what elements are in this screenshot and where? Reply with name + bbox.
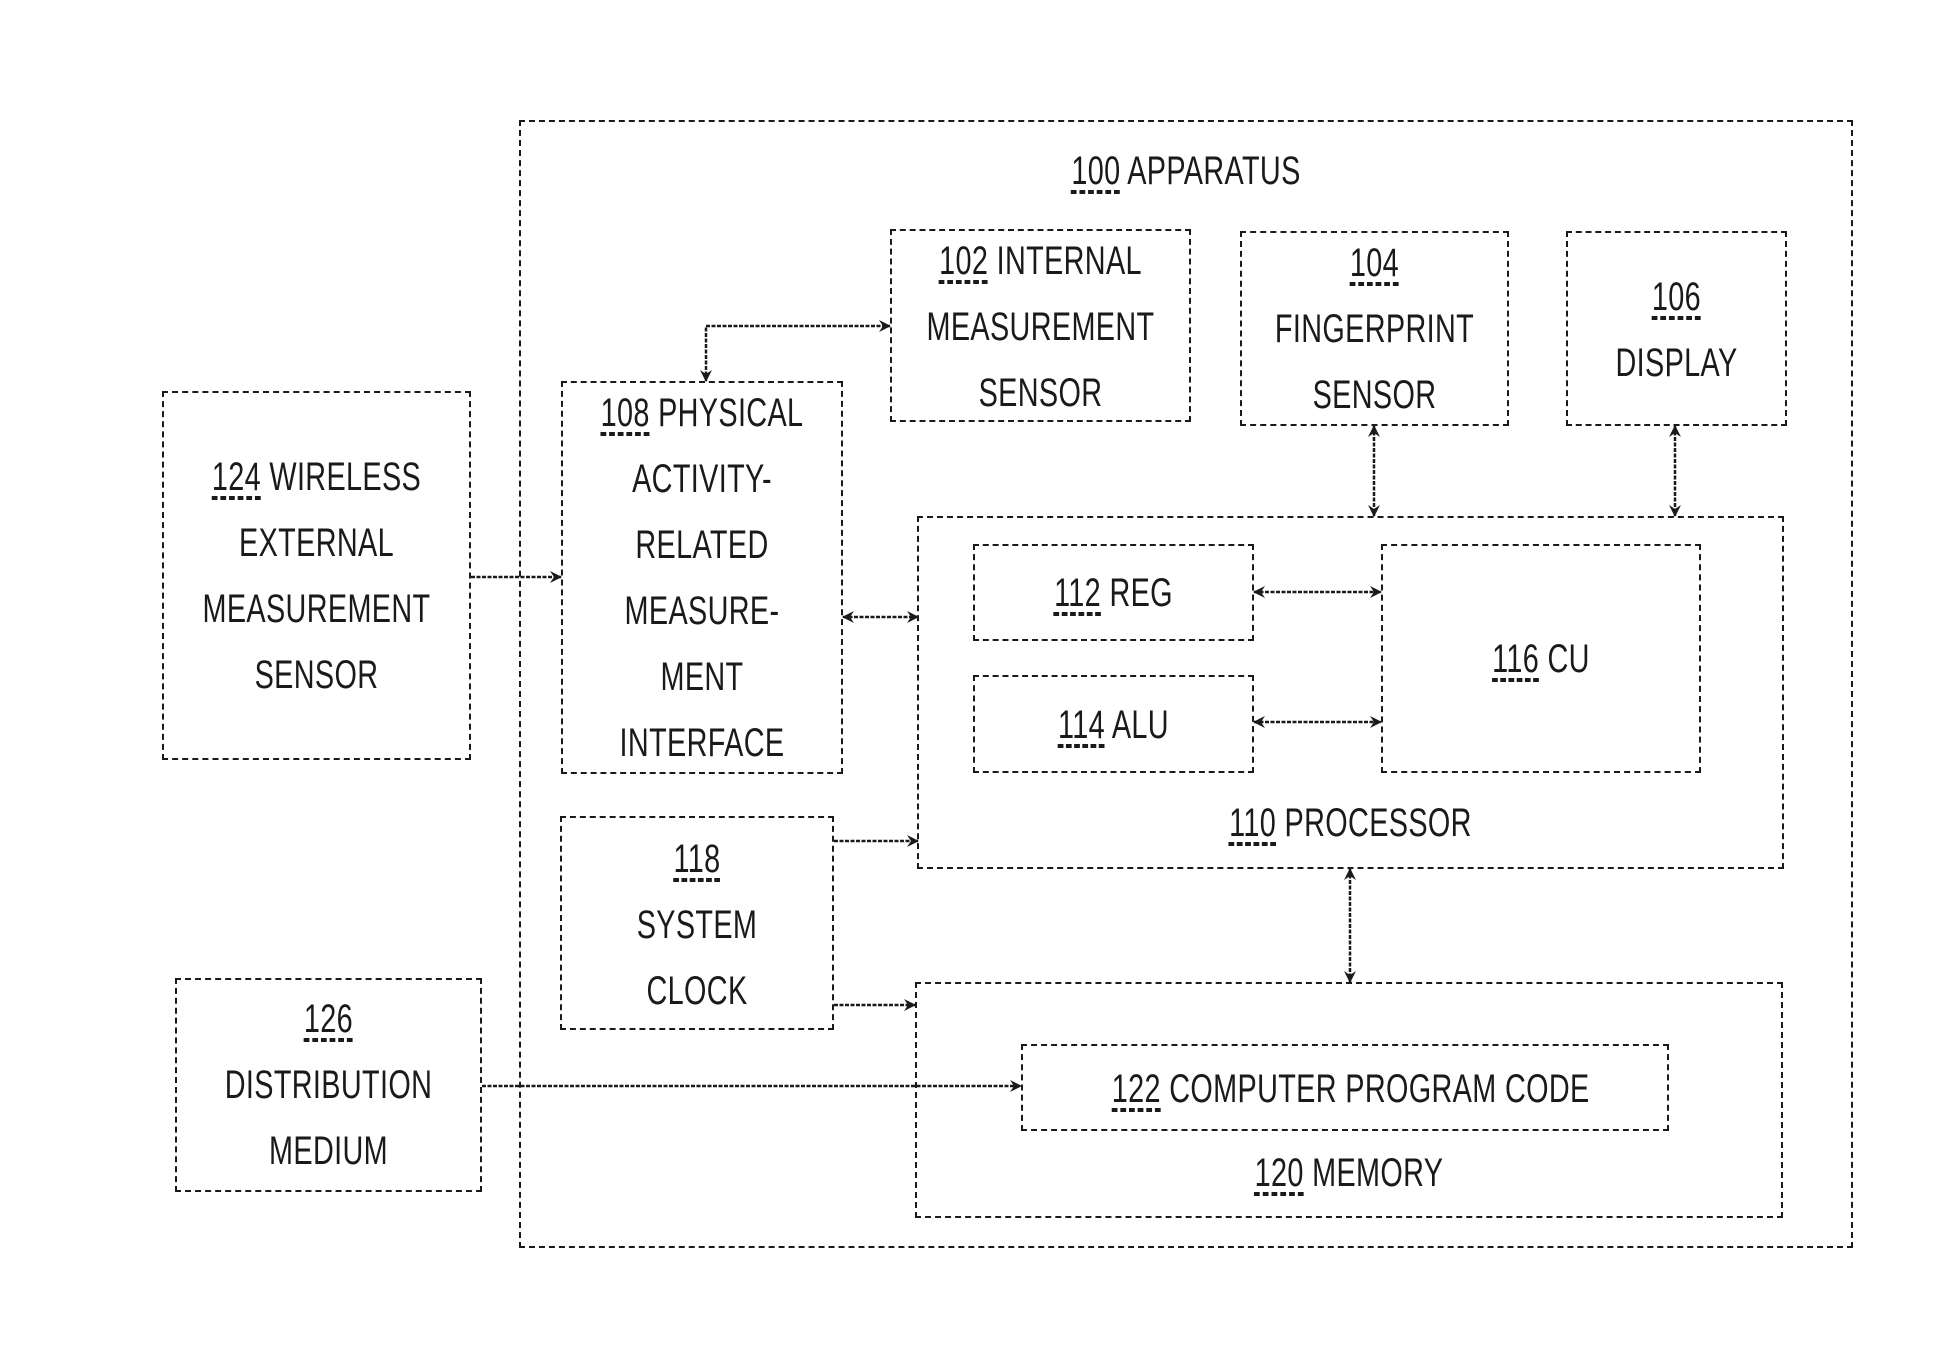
fingerprint-sensor-ref: 104 (1349, 241, 1400, 285)
cu-label: 116 CU (1426, 626, 1656, 692)
clock-line1: SYSTEM (636, 903, 758, 947)
alu-ref: 114 (1058, 703, 1106, 747)
wireless-sensor-line3: MEASUREMENT (202, 587, 431, 631)
display-label: 106 DISPLAY (1583, 264, 1771, 396)
distribution-medium-line1: DISTRIBUTION (224, 1063, 433, 1107)
processor-text: PROCESSOR (1284, 801, 1472, 845)
clock-ref: 118 (673, 837, 721, 881)
interface-line2: ACTIVITY- (632, 457, 772, 501)
program-code-text: COMPUTER PROGRAM CODE (1169, 1067, 1590, 1111)
apparatus-label: 100 APPARATUS (706, 138, 1666, 204)
reg-text: REG (1109, 571, 1173, 615)
cu-text: CU (1547, 637, 1590, 681)
fingerprint-sensor-line1: FINGERPRINT (1274, 307, 1475, 351)
processor-ref: 110 (1229, 801, 1277, 845)
processor-label: 110 PROCESSOR (1038, 790, 1662, 856)
display-ref: 106 (1651, 275, 1702, 319)
interface-line4: MEASURE- (624, 589, 780, 633)
clock-line2: CLOCK (646, 969, 748, 1013)
internal-sensor-ref: 102 (939, 239, 989, 283)
program-code-label: 122 COMPUTER PROGRAM CODE (1111, 1056, 1590, 1122)
reg-label: 112 REG (1012, 560, 1214, 626)
fingerprint-sensor-line2: SENSOR (1312, 373, 1437, 417)
distribution-medium-label: 126 DISTRIBUTION MEDIUM (196, 986, 460, 1184)
interface-line6: INTERFACE (619, 721, 785, 765)
interface-line1: PHYSICAL (658, 391, 804, 435)
apparatus-ref: 100 (1071, 149, 1121, 193)
alu-label: 114 ALU (1012, 692, 1214, 758)
alu-text: ALU (1111, 703, 1169, 747)
interface-label: 108 PHYSICAL ACTIVITY- RELATED MEASURE- … (579, 380, 825, 776)
display-line1: DISPLAY (1615, 341, 1738, 385)
interface-line5: MENT (660, 655, 744, 699)
internal-sensor-label: 102 INTERNAL MEASUREMENT SENSOR (911, 228, 1171, 426)
internal-sensor-line2: MEASUREMENT (926, 305, 1155, 349)
internal-sensor-line3: SENSOR (978, 371, 1103, 415)
interface-ref: 108 (600, 391, 650, 435)
wireless-sensor-line1: WIRELESS (269, 455, 422, 499)
apparatus-text: APPARATUS (1127, 149, 1301, 193)
distribution-medium-ref: 126 (303, 997, 354, 1041)
wireless-sensor-line2: EXTERNAL (239, 521, 394, 565)
memory-ref: 120 (1254, 1151, 1304, 1195)
distribution-medium-line2: MEDIUM (269, 1129, 388, 1173)
memory-label: 120 MEMORY (1037, 1140, 1662, 1206)
clock-label: 118 SYSTEM CLOCK (577, 826, 817, 1024)
internal-sensor-line1: INTERNAL (996, 239, 1142, 283)
wireless-sensor-label: 124 WIRELESS EXTERNAL MEASUREMENT SENSOR (184, 444, 450, 708)
reg-ref: 112 (1054, 571, 1102, 615)
wireless-sensor-ref: 124 (211, 455, 262, 499)
interface-line3: RELATED (635, 523, 769, 567)
memory-text: MEMORY (1312, 1151, 1444, 1195)
fingerprint-sensor-label: 104 FINGERPRINT SENSOR (1256, 230, 1493, 428)
wireless-sensor-line4: SENSOR (254, 653, 379, 697)
cu-ref: 116 (1492, 637, 1540, 681)
program-code-ref: 122 (1111, 1067, 1161, 1111)
